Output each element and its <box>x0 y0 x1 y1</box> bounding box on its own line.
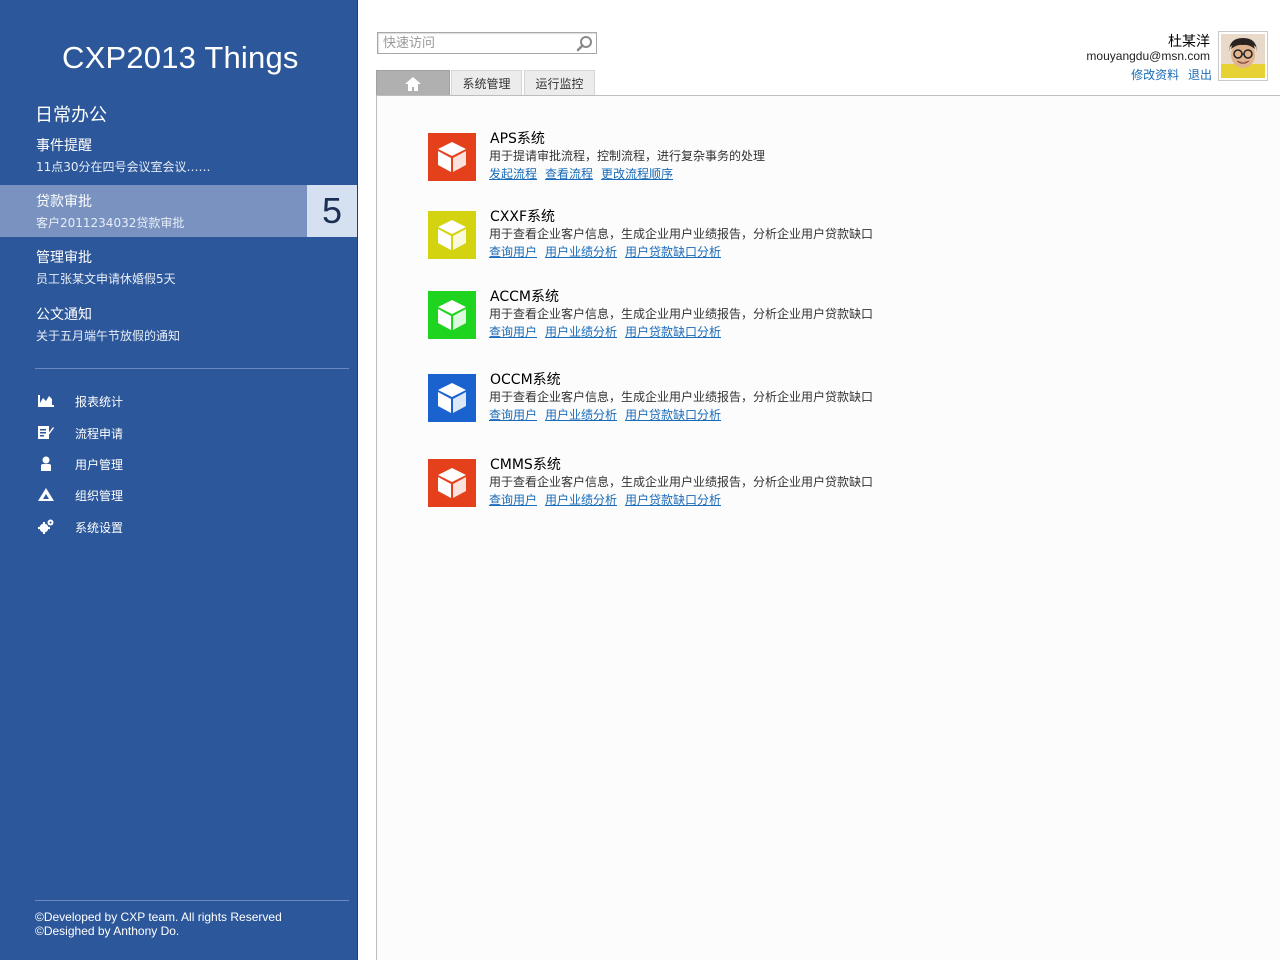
home-icon <box>405 77 421 91</box>
system-description: 用于查看企业客户信息，生成企业用户业绩报告，分析企业用户贷款缺口 <box>489 475 874 489</box>
system-name: ACCM系统 <box>490 289 559 305</box>
sidebar-divider <box>35 368 349 369</box>
notice-title: 管理审批 <box>36 250 92 266</box>
notice-item-loan-approval[interactable]: 贷款审批 客户2011234032贷款审批 5 <box>0 185 357 237</box>
system-tile[interactable] <box>428 211 476 259</box>
notice-item-event-reminder[interactable]: 事件提醒 11点30分在四号会议室会议…… <box>0 129 357 181</box>
system-card-occm: OCCM系统 用于查看企业客户信息，生成企业用户业绩报告，分析企业用户贷款缺口 … <box>428 372 1128 434</box>
footer-line: ©Desighed by Anthony Do. <box>35 924 180 938</box>
system-link[interactable]: 查询用户 <box>489 325 537 339</box>
system-link[interactable]: 查询用户 <box>489 408 537 422</box>
logout-link[interactable]: 退出 <box>1188 68 1212 82</box>
tab-runtime-monitoring[interactable]: 运行监控 <box>524 70 595 96</box>
form-icon <box>38 426 54 439</box>
cube-icon <box>438 220 466 250</box>
system-link[interactable]: 用户业绩分析 <box>545 245 617 259</box>
gear-icon <box>38 519 54 534</box>
org-icon <box>38 488 54 501</box>
footer: ©Developed by CXP team. All rights Reser… <box>35 910 282 938</box>
system-links: 发起流程 查看流程 更改流程顺序 <box>489 165 681 182</box>
system-link[interactable]: 用户业绩分析 <box>545 408 617 422</box>
chart-icon <box>38 395 54 407</box>
system-link[interactable]: 查询用户 <box>489 493 537 507</box>
system-description: 用于查看企业客户信息，生成企业用户业绩报告，分析企业用户贷款缺口 <box>489 307 874 321</box>
avatar-image <box>1221 34 1265 78</box>
cube-icon <box>438 468 466 498</box>
user-icon <box>41 456 51 471</box>
search-input[interactable] <box>383 34 568 52</box>
system-tile[interactable] <box>428 291 476 339</box>
system-link[interactable]: 查看流程 <box>545 167 593 181</box>
menu-label: 组织管理 <box>75 489 124 503</box>
system-tile[interactable] <box>428 459 476 507</box>
menu-item-reports[interactable]: 报表统计 <box>36 390 236 412</box>
notice-desc: 关于五月端午节放假的通知 <box>36 329 181 343</box>
section-title: 日常办公 <box>35 105 107 126</box>
system-links: 查询用户 用户业绩分析 用户贷款缺口分析 <box>489 406 729 423</box>
menu-label: 用户管理 <box>75 458 124 472</box>
system-card-accm: ACCM系统 用于查看企业客户信息，生成企业用户业绩报告，分析企业用户贷款缺口 … <box>428 289 1128 351</box>
notice-item-document-notice[interactable]: 公文通知 关于五月端午节放假的通知 <box>0 298 357 350</box>
system-link[interactable]: 发起流程 <box>489 167 537 181</box>
cube-icon <box>438 300 466 330</box>
footer-line: ©Developed by CXP team. All rights Reser… <box>35 910 282 924</box>
system-link[interactable]: 用户贷款缺口分析 <box>625 493 721 507</box>
quick-access-search <box>377 32 597 54</box>
cube-icon <box>438 142 466 172</box>
system-tile[interactable] <box>428 374 476 422</box>
notice-title: 贷款审批 <box>36 194 92 210</box>
system-name: APS系统 <box>490 131 545 147</box>
menu-label: 报表统计 <box>75 395 124 409</box>
user-email: mouyangdu@msn.com <box>1086 49 1210 63</box>
system-card-cmms: CMMS系统 用于查看企业客户信息，生成企业用户业绩报告，分析企业用户贷款缺口 … <box>428 457 1128 519</box>
system-links: 查询用户 用户业绩分析 用户贷款缺口分析 <box>489 323 729 340</box>
system-tile[interactable] <box>428 133 476 181</box>
system-name: CXXF系统 <box>490 209 556 225</box>
avatar[interactable] <box>1218 31 1268 81</box>
footer-divider <box>35 900 349 901</box>
notice-title: 事件提醒 <box>36 138 92 154</box>
notice-desc: 员工张某文申请休婚假5天 <box>36 272 176 286</box>
notice-desc: 11点30分在四号会议室会议…… <box>36 160 211 174</box>
menu-label: 流程申请 <box>75 427 124 441</box>
menu-item-process-apply[interactable]: 流程申请 <box>36 422 236 444</box>
system-link[interactable]: 用户业绩分析 <box>545 325 617 339</box>
sidebar: CXP2013 Things 日常办公 事件提醒 11点30分在四号会议室会议…… <box>0 0 358 960</box>
system-links: 查询用户 用户业绩分析 用户贷款缺口分析 <box>489 491 729 508</box>
notice-desc: 客户2011234032贷款审批 <box>36 216 185 230</box>
cube-icon <box>438 383 466 413</box>
system-link[interactable]: 更改流程顺序 <box>601 167 673 181</box>
system-description: 用于查看企业客户信息，生成企业用户业绩报告，分析企业用户贷款缺口 <box>489 227 874 241</box>
system-name: CMMS系统 <box>490 457 561 473</box>
notice-title: 公文通知 <box>36 307 92 323</box>
system-link[interactable]: 用户贷款缺口分析 <box>625 325 721 339</box>
menu-item-system-settings[interactable]: 系统设置 <box>36 516 236 538</box>
menu-item-org-management[interactable]: 组织管理 <box>36 484 236 506</box>
user-name: 杜某洋 <box>1168 34 1210 50</box>
notice-item-management-approval[interactable]: 管理审批 员工张某文申请休婚假5天 <box>0 241 357 293</box>
system-link[interactable]: 用户贷款缺口分析 <box>625 408 721 422</box>
system-link[interactable]: 用户业绩分析 <box>545 493 617 507</box>
edit-profile-link[interactable]: 修改资料 <box>1131 68 1179 82</box>
menu-label: 系统设置 <box>75 521 124 535</box>
system-description: 用于提请审批流程，控制流程，进行复杂事务的处理 <box>489 149 766 163</box>
system-card-cxxf: CXXF系统 用于查看企业客户信息，生成企业用户业绩报告，分析企业用户贷款缺口 … <box>428 209 1128 271</box>
tab-home[interactable] <box>376 70 450 96</box>
count-badge: 5 <box>307 185 357 237</box>
system-name: OCCM系统 <box>490 372 561 388</box>
system-link[interactable]: 查询用户 <box>489 245 537 259</box>
system-links: 查询用户 用户业绩分析 用户贷款缺口分析 <box>489 243 729 260</box>
app-title: CXP2013 Things <box>62 40 299 75</box>
system-card-aps: APS系统 用于提请审批流程，控制流程，进行复杂事务的处理 发起流程 查看流程 更改… <box>428 131 1128 193</box>
user-links: 修改资料 退出 <box>1126 66 1212 83</box>
tab-system-management[interactable]: 系统管理 <box>451 70 522 96</box>
menu-item-user-management[interactable]: 用户管理 <box>36 453 236 475</box>
search-icon[interactable] <box>576 35 593 52</box>
system-description: 用于查看企业客户信息，生成企业用户业绩报告，分析企业用户贷款缺口 <box>489 390 874 404</box>
system-link[interactable]: 用户贷款缺口分析 <box>625 245 721 259</box>
